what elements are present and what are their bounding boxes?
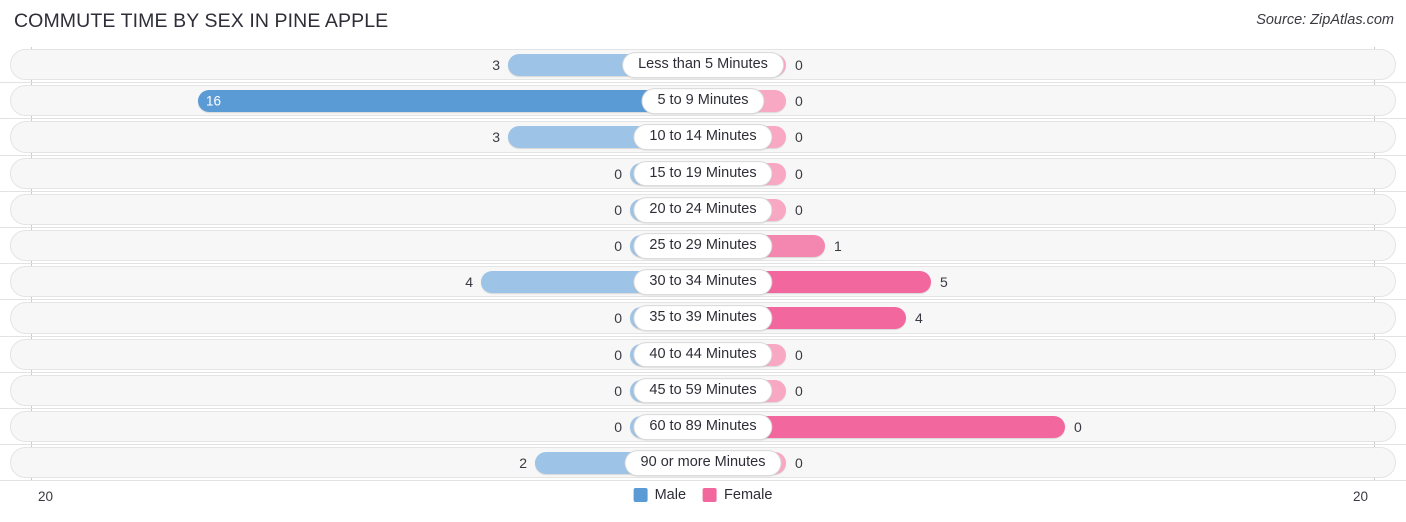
bar-value-female: 0 [795,129,803,146]
bar-value-male: 0 [614,310,622,327]
bar-value-male: 16 [206,93,222,109]
bar-value-female: 4 [915,310,923,327]
bar-value-male: 0 [614,418,622,435]
chart-row: 0 0 20 to 24 Minutes [0,192,1406,228]
row-bars: 0 1 25 to 29 Minutes [0,228,1406,264]
chart-row: 0 4 35 to 39 Minutes [0,300,1406,337]
category-label: 25 to 29 Minutes [633,233,773,259]
legend-label: Female [724,487,773,503]
category-label: 35 to 39 Minutes [633,305,773,332]
bar-value-male: 0 [614,346,622,363]
row-bars: 0 0 60 to 89 Minutes [0,409,1406,445]
bar-value-female: 0 [795,382,803,399]
row-bars: 0 0 15 to 19 Minutes [0,156,1406,192]
chart-row: 16 0 5 to 9 Minutes [0,83,1406,120]
chart-row: 4 5 30 to 34 Minutes [0,264,1406,301]
chart-row: 0 0 45 to 59 Minutes [0,373,1406,409]
bar-value-female: 0 [795,201,803,218]
bar-value-female: 1 [834,238,842,255]
chart-header: COMMUTE TIME BY SEX IN PINE APPLE Source… [0,0,1406,44]
category-label: 30 to 34 Minutes [633,269,773,296]
bar-value-male: 3 [492,129,500,146]
chart-row: 0 0 60 to 89 Minutes [0,409,1406,446]
category-label: 45 to 59 Minutes [633,377,773,404]
page-title: COMMUTE TIME BY SEX IN PINE APPLE [14,10,389,32]
row-bars: 3 0 Less than 5 Minutes [0,47,1406,83]
category-label: 40 to 44 Minutes [633,341,773,368]
legend-item[interactable]: Male [633,487,687,503]
bar-value-female: 0 [795,455,803,472]
bar-value-male: 0 [614,382,622,399]
category-label: 90 or more Minutes [624,450,782,476]
source-attribution: Source: ZipAtlas.com [1256,12,1394,28]
row-bars: 0 0 40 to 44 Minutes [0,337,1406,373]
row-bars: 3 0 10 to 14 Minutes [0,119,1406,155]
row-bars: 2 0 90 or more Minutes [0,445,1406,481]
chart-row: 0 1 25 to 29 Minutes [0,228,1406,265]
bar-value-male: 3 [492,57,500,74]
bar-value-female: 5 [940,274,948,291]
chart-row: 2 0 90 or more Minutes [0,445,1406,482]
row-bars: 0 0 45 to 59 Minutes [0,373,1406,409]
category-label: 10 to 14 Minutes [633,124,773,151]
bar-value-female: 0 [795,93,803,110]
chart-plot-area: 3 0 Less than 5 Minutes 16 0 5 to 9 Minutes 3 0… [0,47,1406,482]
chart-row: 3 0 10 to 14 Minutes [0,119,1406,156]
row-bars: 0 4 35 to 39 Minutes [0,300,1406,336]
category-label: Less than 5 Minutes [622,52,784,78]
bar-value-male: 0 [614,165,622,182]
bar-value-female: 0 [795,346,803,363]
chart-row: 0 0 15 to 19 Minutes [0,156,1406,192]
chart-row: 3 0 Less than 5 Minutes [0,47,1406,84]
category-label: 15 to 19 Minutes [633,160,773,187]
bar-value-male: 2 [519,455,527,472]
category-label: 60 to 89 Minutes [633,414,773,440]
bar-value-male: 0 [614,238,622,255]
bar-value-female: 0 [1074,418,1082,435]
bar-value-female: 0 [795,165,803,182]
chart-row: 0 0 40 to 44 Minutes [0,337,1406,373]
chart-footer: 20 20 Male Female [0,481,1406,522]
legend-item[interactable]: Female [703,488,772,503]
row-bars: 16 0 5 to 9 Minutes [0,83,1406,119]
row-bars: 4 5 30 to 34 Minutes [0,264,1406,300]
chart-legend: Male Female [633,487,772,503]
legend-swatch-icon [703,488,718,503]
row-bars: 0 0 20 to 24 Minutes [0,192,1406,228]
legend-label: Male [654,487,687,503]
bar-value-female: 0 [795,57,803,74]
axis-label-left: 20 [38,489,54,504]
axis-label-right: 20 [1352,489,1368,504]
legend-swatch-icon [633,488,648,503]
bar-value-male: 0 [614,201,622,218]
category-label: 5 to 9 Minutes [641,88,765,115]
bar-value-male: 4 [465,274,473,291]
bar-male[interactable]: 16 [198,90,703,113]
category-label: 20 to 24 Minutes [633,197,773,223]
